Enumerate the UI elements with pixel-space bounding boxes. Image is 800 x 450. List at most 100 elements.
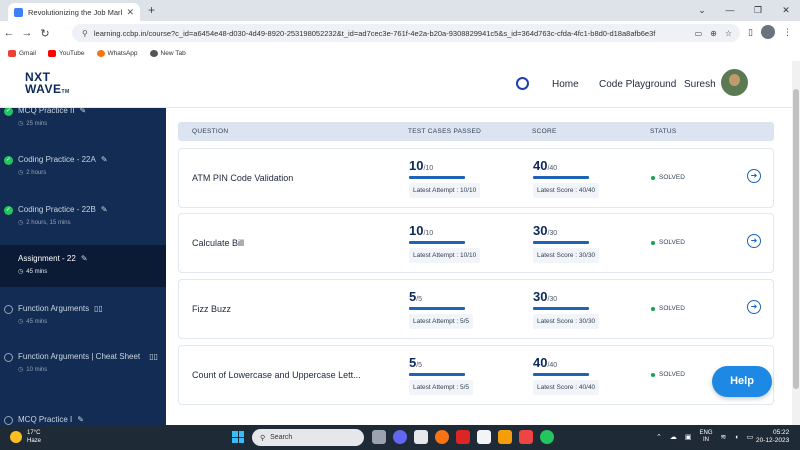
taskbar-clock[interactable]: 05:22 20-12-2023 (756, 429, 789, 445)
score: 30/30 Latest Score : 30/30 (533, 288, 600, 329)
completed-icon (4, 156, 13, 165)
browser-tab-bar: Revolutionizing the Job Market ✕ + ⌄ — ❐… (0, 0, 800, 21)
weather-widget[interactable]: 17°C Haze (10, 429, 41, 445)
task-view-icon[interactable] (372, 430, 386, 444)
site-favicon-icon (14, 7, 23, 17)
sidebar-item-mcq-practice-ii[interactable]: MCQ Practice II✎ ◷25 mins (0, 108, 166, 127)
media-icon[interactable] (519, 430, 533, 444)
new-tab-icon[interactable]: + (148, 3, 155, 17)
search-icon: ⚲ (260, 434, 266, 442)
latest-score: Latest Score : 40/40 (533, 183, 600, 198)
nav-home[interactable]: Home (552, 79, 579, 90)
language-indicator[interactable]: ENG IN (700, 430, 713, 444)
completed-icon (4, 206, 13, 215)
user-name[interactable]: Suresh (684, 79, 716, 90)
book-icon: ▯▯ (149, 352, 158, 361)
bookmark-star-icon[interactable]: ☆ (725, 29, 732, 38)
sidebar-item-function-arguments-cheat-sheet[interactable]: Function Arguments | Cheat Sheet ▯▯ ◷ 10 m… (0, 351, 166, 373)
gmail-icon (8, 49, 16, 57)
security-icon[interactable]: ▣ (685, 433, 692, 441)
progress-bar (409, 373, 465, 376)
status-dot-icon (651, 240, 655, 245)
timer-icon[interactable] (516, 77, 529, 90)
bookmark-youtube[interactable]: YouTube (47, 49, 85, 57)
sidebar-item-mcq-practice-i[interactable]: MCQ Practice I ✎ (0, 414, 166, 425)
bookmark-new-tab[interactable]: New Tab (149, 49, 186, 57)
sidebar-item-coding-practice-22a[interactable]: Coding Practice - 22A✎ ◷2 hours (0, 154, 166, 176)
latest-attempt: Latest Attempt : 5/5 (409, 314, 474, 329)
arrow-right-icon[interactable]: ➜ (747, 169, 761, 183)
close-window-icon[interactable]: ✕ (772, 0, 800, 21)
pencil-icon: ✎ (80, 254, 88, 263)
pencil-icon: ✎ (79, 108, 87, 115)
youtube-icon[interactable] (456, 430, 470, 444)
bookmark-whatsapp[interactable]: WhatsApp (96, 49, 138, 57)
clock-icon: ◷ (18, 269, 24, 275)
chevron-down-icon[interactable]: ⌄ (688, 0, 716, 21)
test-cases-passed: 10/10 Latest Attempt : 10/10 (409, 157, 481, 198)
browser-tab[interactable]: Revolutionizing the Job Market ✕ (8, 3, 140, 21)
url-text: learning.ccbp.in/course?c_id=a6454e48-d0… (93, 28, 656, 38)
docs-icon[interactable] (477, 430, 491, 444)
chrome-icon[interactable] (540, 430, 554, 444)
score: 30/30 Latest Score : 30/30 (533, 222, 600, 263)
meet-icon[interactable] (393, 430, 407, 444)
wifi-icon[interactable]: ≋ (721, 433, 727, 441)
avatar[interactable] (721, 69, 748, 96)
arrow-right-icon[interactable]: ➜ (747, 300, 761, 314)
maximize-icon[interactable]: ❐ (744, 0, 772, 21)
sidebar-item-coding-practice-22b[interactable]: Coding Practice - 22B✎ ◷2 hours, 15 mins (0, 204, 166, 226)
question-title[interactable]: Calculate Bill (192, 238, 244, 248)
profile-icon[interactable] (761, 25, 775, 39)
table-row[interactable]: Count of Lowercase and Uppercase Lett...… (178, 345, 774, 405)
pencil-icon: ✎ (100, 155, 108, 164)
volume-icon[interactable]: ◖ (734, 434, 738, 441)
file-explorer-icon[interactable] (498, 430, 512, 444)
bookmark-gmail[interactable]: Gmail (8, 49, 36, 57)
sidebar-item-function-arguments[interactable]: Function Arguments ▯▯ ◷ 45 mins (0, 303, 166, 325)
taskbar-search[interactable]: ⚲ Search (252, 429, 364, 446)
firefox-icon[interactable] (435, 430, 449, 444)
page-scrollbar[interactable] (792, 61, 800, 425)
menu-kebab-icon[interactable]: ⋮ (783, 27, 792, 38)
question-title[interactable]: Fizz Buzz (192, 304, 231, 314)
cloud-icon[interactable]: ☁ (670, 433, 677, 441)
reload-icon[interactable]: ↻ (36, 27, 54, 40)
question-title[interactable]: Count of Lowercase and Uppercase Lett... (192, 370, 361, 380)
help-button[interactable]: Help (712, 366, 772, 397)
question-title[interactable]: ATM PIN Code Validation (192, 173, 293, 183)
nav-code-playground[interactable]: Code Playground (599, 79, 676, 90)
sidebar-panel-icon[interactable]: ▯ (748, 27, 753, 38)
pending-icon (4, 305, 13, 314)
table-row[interactable]: Fizz Buzz 5/5 Latest Attempt : 5/5 30/30… (178, 279, 774, 339)
main-content: QUESTION TEST CASES PASSED SCORE STATUS … (166, 108, 792, 425)
zoom-icon[interactable]: ⊕ (710, 29, 717, 38)
scrollbar-thumb[interactable] (793, 89, 799, 389)
close-tab-icon[interactable]: ✕ (126, 7, 134, 18)
table-row[interactable]: Calculate Bill 10/10 Latest Attempt : 10… (178, 213, 774, 273)
back-icon[interactable]: ← (0, 27, 18, 39)
address-bar[interactable]: ⚲ learning.ccbp.in/course?c_id=a6454e48-… (72, 24, 740, 42)
minimize-icon[interactable]: — (716, 0, 744, 21)
app-icon[interactable] (414, 430, 428, 444)
forward-icon[interactable]: → (18, 27, 36, 39)
arrow-right-icon[interactable]: ➜ (747, 234, 761, 248)
progress-bar (409, 176, 465, 179)
address-row: ← → ↻ ⚲ learning.ccbp.in/course?c_id=a64… (0, 21, 800, 45)
col-score: SCORE (532, 128, 557, 135)
battery-icon[interactable]: ▭ (747, 433, 754, 441)
book-icon: ▯▯ (94, 304, 103, 313)
col-test-cases-passed: TEST CASES PASSED (408, 128, 482, 135)
install-icon[interactable]: ▭ (695, 29, 703, 38)
sidebar-item-assignment-22[interactable]: Assignment - 22 ✎ ◷ 45 mins (0, 245, 166, 287)
tab-title: Revolutionizing the Job Market (28, 7, 123, 17)
clock-icon: ◷ (18, 319, 24, 325)
windows-start-icon[interactable] (232, 431, 244, 443)
test-cases-passed: 5/5 Latest Attempt : 5/5 (409, 354, 474, 395)
table-header: QUESTION TEST CASES PASSED SCORE STATUS (178, 122, 774, 141)
nxtwave-logo[interactable]: NXT WAVETM (25, 71, 70, 98)
chevron-up-icon[interactable]: ⌃ (656, 433, 662, 441)
col-status: STATUS (650, 128, 677, 135)
site-info-icon[interactable]: ⚲ (82, 29, 88, 38)
table-row[interactable]: ATM PIN Code Validation 10/10 Latest Att… (178, 148, 774, 208)
